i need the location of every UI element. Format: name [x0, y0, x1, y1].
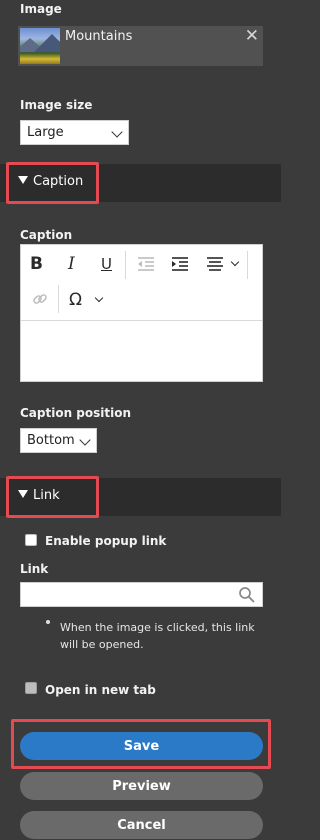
align-icon[interactable] — [206, 256, 224, 272]
image-size-select[interactable]: Large — [20, 120, 129, 145]
caption-position-label: Caption position — [20, 406, 132, 420]
special-character-button[interactable]: Ω — [69, 292, 82, 309]
chevron-down-icon[interactable] — [94, 293, 104, 303]
italic-button[interactable]: I — [68, 256, 75, 273]
image-size-label: Image size — [20, 98, 93, 112]
image-picker[interactable]: Mountains ✕ — [18, 26, 263, 66]
hint-bullet — [46, 620, 50, 624]
caption-editor: B I U Ω — [20, 244, 263, 382]
caption-text-area[interactable] — [21, 321, 262, 381]
chevron-down-icon — [79, 434, 91, 446]
link-header-highlight — [6, 476, 99, 518]
image-thumbnail — [20, 28, 60, 64]
link-icon[interactable] — [32, 291, 48, 307]
link-input[interactable] — [20, 582, 263, 607]
save-button[interactable]: Save — [20, 732, 263, 760]
search-icon[interactable] — [238, 586, 256, 604]
caption-header-highlight — [6, 162, 99, 204]
link-field-label: Link — [20, 562, 49, 576]
caption-field-label: Caption — [20, 228, 73, 242]
link-hint: When the image is clicked, this link wil… — [60, 621, 255, 651]
chevron-down-icon — [111, 126, 123, 138]
caption-position-value: Bottom — [27, 433, 75, 448]
open-new-tab-label: Open in new tab — [45, 683, 156, 697]
indent-icon[interactable] — [171, 256, 189, 272]
enable-popup-label: Enable popup link — [45, 534, 167, 548]
bold-button[interactable]: B — [30, 256, 43, 273]
outdent-icon[interactable] — [137, 256, 155, 272]
enable-popup-checkbox[interactable] — [25, 534, 37, 546]
image-label: Image — [20, 2, 62, 16]
cancel-button[interactable]: Cancel — [20, 811, 263, 839]
image-size-value: Large — [27, 125, 64, 140]
preview-button[interactable]: Preview — [20, 772, 263, 800]
image-name: Mountains — [65, 29, 133, 44]
close-icon[interactable]: ✕ — [245, 26, 259, 46]
chevron-down-icon[interactable] — [230, 257, 240, 267]
underline-button[interactable]: U — [101, 256, 112, 272]
caption-position-select[interactable]: Bottom — [20, 428, 97, 453]
open-new-tab-checkbox[interactable] — [25, 682, 37, 694]
